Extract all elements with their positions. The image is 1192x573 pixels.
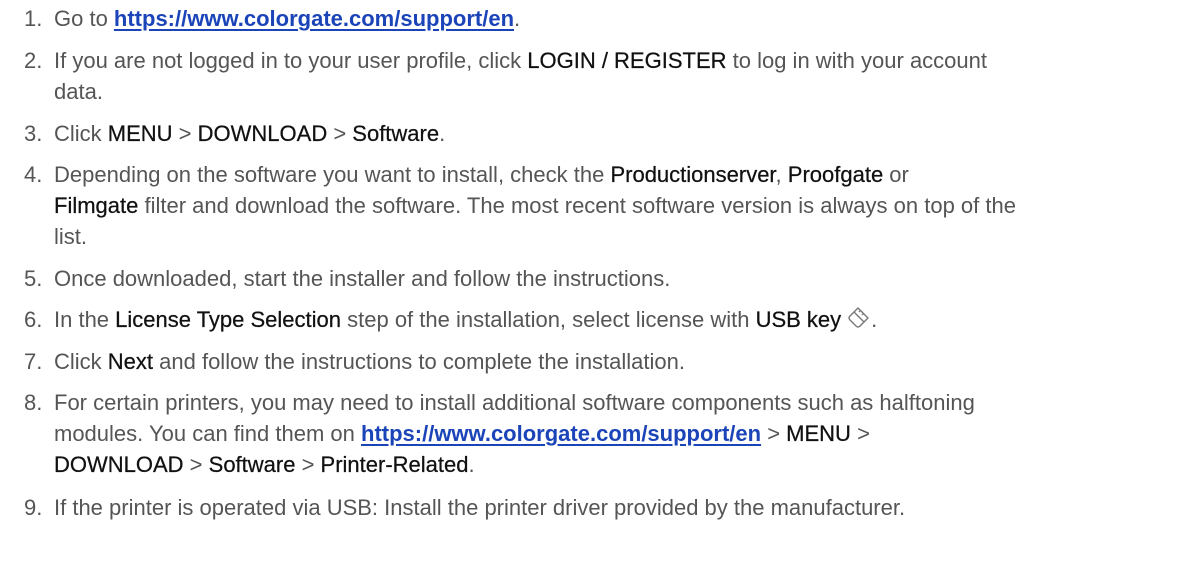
step-5: 5. Once downloaded, start the installer a… xyxy=(24,263,1184,294)
step-text: step of the installation, select license… xyxy=(341,307,756,332)
step-2: 2. If you are not logged in to your user … xyxy=(24,45,1184,107)
separator: , xyxy=(775,162,788,187)
separator: > xyxy=(183,452,209,477)
step-number: 9. xyxy=(24,495,43,520)
separator: > xyxy=(761,421,787,446)
step-6: 6. In the License Type Selection step of … xyxy=(24,304,1184,335)
support-link[interactable]: https://www.colorgate.com/support/en xyxy=(114,6,514,31)
step-number: 8. xyxy=(24,390,43,415)
step-7: 7. Click Next and follow the instructions… xyxy=(24,346,1184,377)
software-label: Software xyxy=(208,452,296,477)
step-text: Once downloaded, start the installer and… xyxy=(54,266,671,291)
filmgate-label: Filmgate xyxy=(54,193,139,218)
menu-label: MENU xyxy=(786,421,851,446)
step-text-continued: list. xyxy=(54,224,87,249)
step-text: For certain printers, you may need to in… xyxy=(54,390,975,415)
license-type-selection-label: License Type Selection xyxy=(115,307,342,332)
menu-label: MENU xyxy=(107,121,173,146)
step-text-continued: DOWNLOAD > Software > Printer-Related. xyxy=(24,449,1184,480)
printer-related-label: Printer-Related xyxy=(320,452,469,477)
step-number: 6. xyxy=(24,307,43,332)
step-text: If the printer is operated via USB: Inst… xyxy=(54,495,906,520)
step-number: 5. xyxy=(24,266,43,291)
step-text-continued: Filmgate filter and download the softwar… xyxy=(24,190,1184,221)
step-number: 3. xyxy=(24,121,43,146)
step-text: modules. You can find them on xyxy=(54,421,361,446)
step-9: 9. If the printer is operated via USB: In… xyxy=(24,492,1184,523)
step-text-continued: modules. You can find them on https://ww… xyxy=(24,418,1184,449)
separator: or xyxy=(883,162,909,187)
usb-key-label: USB key xyxy=(755,307,842,332)
step-text: In the xyxy=(54,307,116,332)
step-number: 7. xyxy=(24,349,43,374)
step-3: 3. Click MENU > DOWNLOAD > Software. xyxy=(24,118,1184,149)
separator: > xyxy=(850,421,870,446)
proofgate-label: Proofgate xyxy=(787,162,884,187)
step-text-end: . xyxy=(514,6,521,31)
separator: > xyxy=(172,121,198,146)
next-label: Next xyxy=(107,349,154,374)
step-text: Click xyxy=(54,349,108,374)
step-4: 4. Depending on the software you want to … xyxy=(24,159,1184,252)
step-text-end: . xyxy=(871,307,878,332)
step-text: Go to xyxy=(54,6,114,31)
usb-key-icon xyxy=(845,305,871,331)
productionserver-label: Productionserver xyxy=(610,162,776,187)
step-number: 2. xyxy=(24,48,43,73)
step-text-end: and follow the instructions to complete … xyxy=(153,349,685,374)
step-8: 8. For certain printers, you may need to … xyxy=(24,387,1184,480)
software-label: Software xyxy=(352,121,440,146)
step-number: 4. xyxy=(24,162,43,187)
login-register-label: LOGIN / REGISTER xyxy=(527,48,727,73)
separator: > xyxy=(327,121,353,146)
download-label: DOWNLOAD xyxy=(54,452,184,477)
separator: > xyxy=(295,452,321,477)
step-text: filter and download the software. The mo… xyxy=(138,193,1016,218)
step-text-continued: data. xyxy=(54,79,103,104)
instruction-steps: 1. Go to https://www.colorgate.com/suppor… xyxy=(0,0,1192,573)
step-number: 1. xyxy=(24,6,43,31)
step-text: Click xyxy=(54,121,108,146)
step-text-end: to log in with your account xyxy=(726,48,987,73)
step-1: 1. Go to https://www.colorgate.com/suppor… xyxy=(24,3,1184,34)
step-text-end: . xyxy=(468,452,475,477)
support-link[interactable]: https://www.colorgate.com/support/en xyxy=(361,421,761,446)
download-label: DOWNLOAD xyxy=(197,121,328,146)
step-text-end: . xyxy=(439,121,446,146)
step-text: Depending on the software you want to in… xyxy=(54,162,611,187)
step-text: If you are not logged in to your user pr… xyxy=(54,48,528,73)
